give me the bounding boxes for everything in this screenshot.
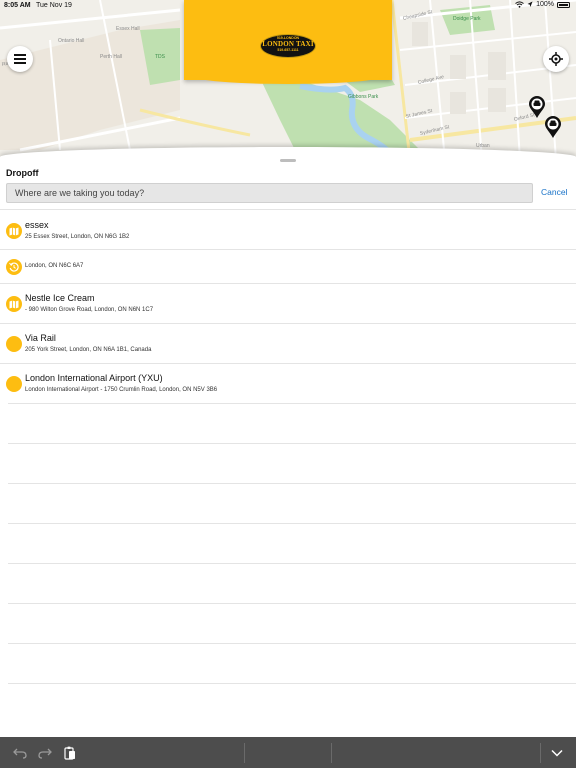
status-time: 8:05 AM [4,2,31,9]
map-icon [6,223,22,239]
result-item-nestle[interactable]: Nestle Ice Cream - 980 Wilton Grove Road… [0,283,576,323]
dot-icon [6,336,22,352]
map-label-ontario-hall: Ontario Hall [58,38,85,44]
result-title: London International Airport (YXU) [25,373,163,383]
map-label-essex-hall: Essex Hall [116,26,140,32]
sheet-drag-handle[interactable] [280,159,296,162]
result-subtitle: London, ON N6C 6A7 [25,263,84,269]
empty-row [8,443,576,483]
taxi-pin-icon[interactable] [544,115,562,139]
dot-icon [6,376,22,392]
cancel-button[interactable]: Cancel [541,187,567,197]
dismiss-keyboard-icon[interactable] [549,745,565,761]
status-date: Tue Nov 19 [36,2,72,9]
dropoff-sheet: Dropoff Cancel essex 25 Essex Street, Lo… [0,147,576,737]
result-title: Via Rail [25,333,56,343]
result-item-airport[interactable]: London International Airport (YXU) Londo… [0,363,576,403]
map-icon [6,296,22,312]
logo-banner: 519-LONDON LONDON TAXI 519-657-1111 [184,0,392,84]
map-label-urban: Urban [476,143,490,149]
menu-button[interactable] [7,46,33,72]
empty-row [8,643,576,683]
map-label-perth-hall: Perth Hall [100,54,122,60]
result-subtitle: - 980 Wilton Grove Road, London, ON N6N … [25,307,154,313]
toolbar-divider [331,743,332,763]
map-label-tds: TDS [155,54,165,60]
destination-search-input[interactable] [6,183,533,203]
empty-row [8,683,576,723]
result-subtitle: 205 York Street, London, ON N6A 1B1, Can… [25,347,152,353]
location-arrow-icon [527,1,533,7]
london-taxi-logo: 519-LONDON LONDON TAXI 519-657-1111 [260,34,316,58]
result-title: Nestle Ice Cream [25,293,95,303]
empty-row [8,603,576,643]
battery-percent: 100% [536,1,554,8]
map-label-gibbons-park: Gibbons Park [348,94,379,100]
wifi-icon [515,1,524,8]
empty-row [8,403,576,443]
sheet-title: Dropoff [6,168,39,178]
battery-icon [557,1,570,8]
app-screen: Ontario Hall Essex Hall Perth Hall TDS C… [0,0,576,768]
result-subtitle: London International Airport - 1750 Crum… [25,387,218,393]
result-item-essex[interactable]: essex 25 Essex Street, London, ON N6G 1B… [0,209,576,249]
empty-row [8,483,576,523]
toolbar-divider [540,743,541,763]
crosshair-icon [549,52,563,66]
keyboard-shortcut-bar [0,737,576,768]
result-item-recent[interactable]: London, ON N6C 6A7 [0,249,576,283]
results-list: essex 25 Essex Street, London, ON N6G 1B… [0,209,576,723]
locate-me-button[interactable] [543,46,569,72]
logo-main-text: LONDON TAXI [262,40,314,48]
paste-icon[interactable] [62,745,78,761]
toolbar-divider [244,743,245,763]
map-label-doidge-park: Doidge Park [453,16,481,22]
map-view[interactable]: Ontario Hall Essex Hall Perth Hall TDS C… [0,0,576,160]
logo-phone-text: 519-657-1111 [277,48,299,52]
history-icon [6,259,22,275]
empty-row [8,563,576,603]
status-indicators: 100% [515,1,570,8]
result-item-via-rail[interactable]: Via Rail 205 York Street, London, ON N6A… [0,323,576,363]
undo-icon[interactable] [12,745,28,761]
redo-icon[interactable] [37,745,53,761]
hamburger-icon [14,54,26,64]
empty-row [8,523,576,563]
result-title: essex [25,220,49,230]
result-subtitle: 25 Essex Street, London, ON N6G 1B2 [25,234,130,240]
